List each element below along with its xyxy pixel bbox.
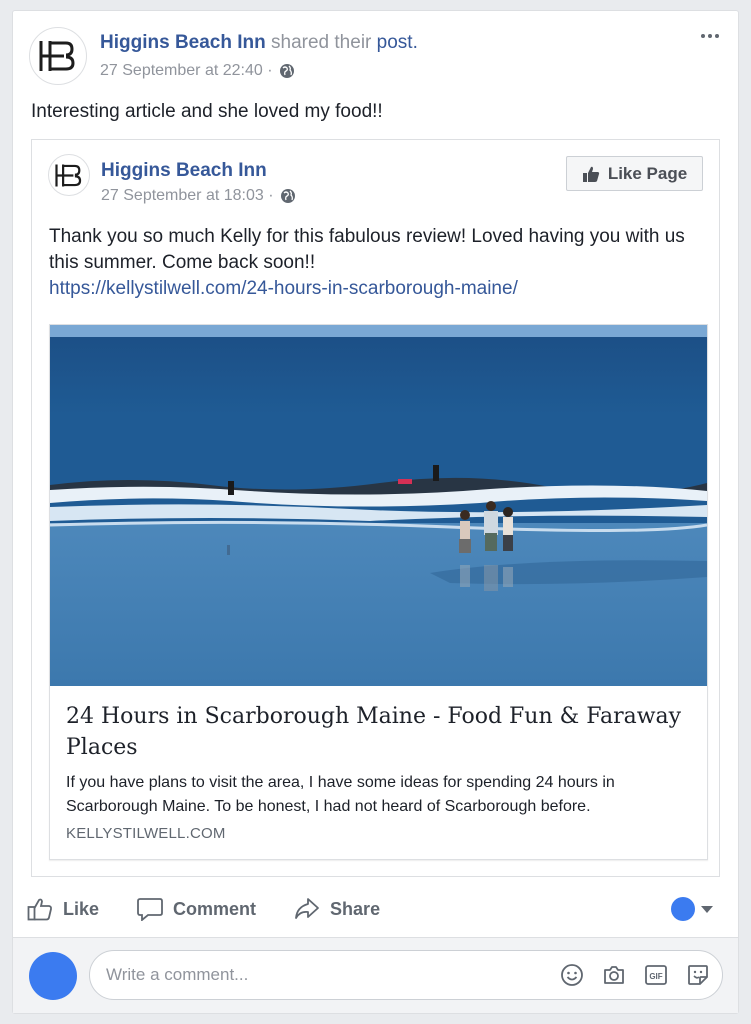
- like-page-label: Like Page: [607, 163, 688, 183]
- shared-page-name[interactable]: Higgins Beach Inn: [101, 160, 267, 182]
- emoji-icon[interactable]: [560, 963, 584, 987]
- globe-icon: [280, 189, 295, 203]
- shared-timestamp-row: 27 September at 18:03 ·: [101, 187, 296, 205]
- action-bar: Like Comment Share: [27, 889, 727, 929]
- comment-button[interactable]: Comment: [137, 897, 256, 921]
- post-header: Higgins Beach Inn shared their post.: [100, 32, 418, 54]
- comment-input[interactable]: Write a comment... GIF: [89, 950, 723, 1000]
- like-page-button[interactable]: Like Page: [566, 156, 703, 191]
- link-title[interactable]: 24 Hours in Scarborough Maine - Food Fun…: [66, 701, 686, 763]
- user-avatar-small: [671, 897, 695, 921]
- post-timestamp[interactable]: 27 September at 22:40 ·: [100, 62, 273, 80]
- avatar[interactable]: [29, 952, 77, 1000]
- post-card: Higgins Beach Inn shared their post. 27 …: [12, 10, 739, 1014]
- link-preview[interactable]: 24 Hours in Scarborough Maine - Food Fun…: [49, 324, 708, 860]
- gif-icon[interactable]: GIF: [644, 963, 668, 987]
- like-icon: [27, 898, 52, 921]
- comment-label: Comment: [173, 898, 257, 919]
- sticker-icon[interactable]: [686, 963, 710, 987]
- comment-placeholder: Write a comment...: [106, 965, 249, 984]
- comment-area: Write a comment... GIF: [13, 937, 738, 1013]
- link-domain: KELLYSTILWELL.COM: [66, 825, 226, 842]
- share-button[interactable]: Share: [294, 897, 380, 921]
- hb-logo-icon: [55, 163, 82, 187]
- chevron-down-icon: [701, 905, 713, 913]
- hb-logo-icon: [39, 41, 75, 71]
- page-avatar[interactable]: [29, 27, 87, 85]
- svg-text:GIF: GIF: [649, 972, 662, 981]
- shared-post-body: Thank you so much Kelly for this fabulou…: [49, 224, 709, 302]
- page-name-link[interactable]: Higgins Beach Inn: [100, 32, 266, 53]
- comment-tools: GIF: [560, 963, 710, 987]
- shared-post-link[interactable]: post.: [377, 32, 418, 53]
- shared-post-message: Thank you so much Kelly for this fabulou…: [49, 226, 685, 273]
- post-timestamp-row: 27 September at 22:40 ·: [100, 62, 295, 80]
- beach-photo: [50, 325, 707, 686]
- shared-post: Higgins Beach Inn 27 September at 18:03 …: [31, 139, 720, 877]
- share-label: Share: [330, 898, 381, 919]
- thumbs-up-icon: [582, 166, 599, 182]
- like-label: Like: [63, 898, 100, 919]
- share-icon: [295, 898, 319, 919]
- post-message: Interesting article and she loved my foo…: [31, 101, 383, 122]
- shared-page-avatar[interactable]: [48, 154, 90, 196]
- shared-timestamp[interactable]: 27 September at 18:03 ·: [101, 187, 274, 205]
- audience-selector[interactable]: [671, 897, 713, 921]
- like-button[interactable]: Like: [27, 897, 99, 921]
- camera-icon[interactable]: [602, 963, 626, 987]
- shared-post-url[interactable]: https://kellystilwell.com/24-hours-in-sc…: [49, 278, 518, 299]
- more-icon[interactable]: [698, 27, 722, 45]
- globe-icon: [279, 64, 294, 78]
- comment-icon: [137, 898, 163, 921]
- link-description: If you have plans to visit the area, I h…: [66, 774, 615, 815]
- shared-text: shared their: [271, 32, 372, 53]
